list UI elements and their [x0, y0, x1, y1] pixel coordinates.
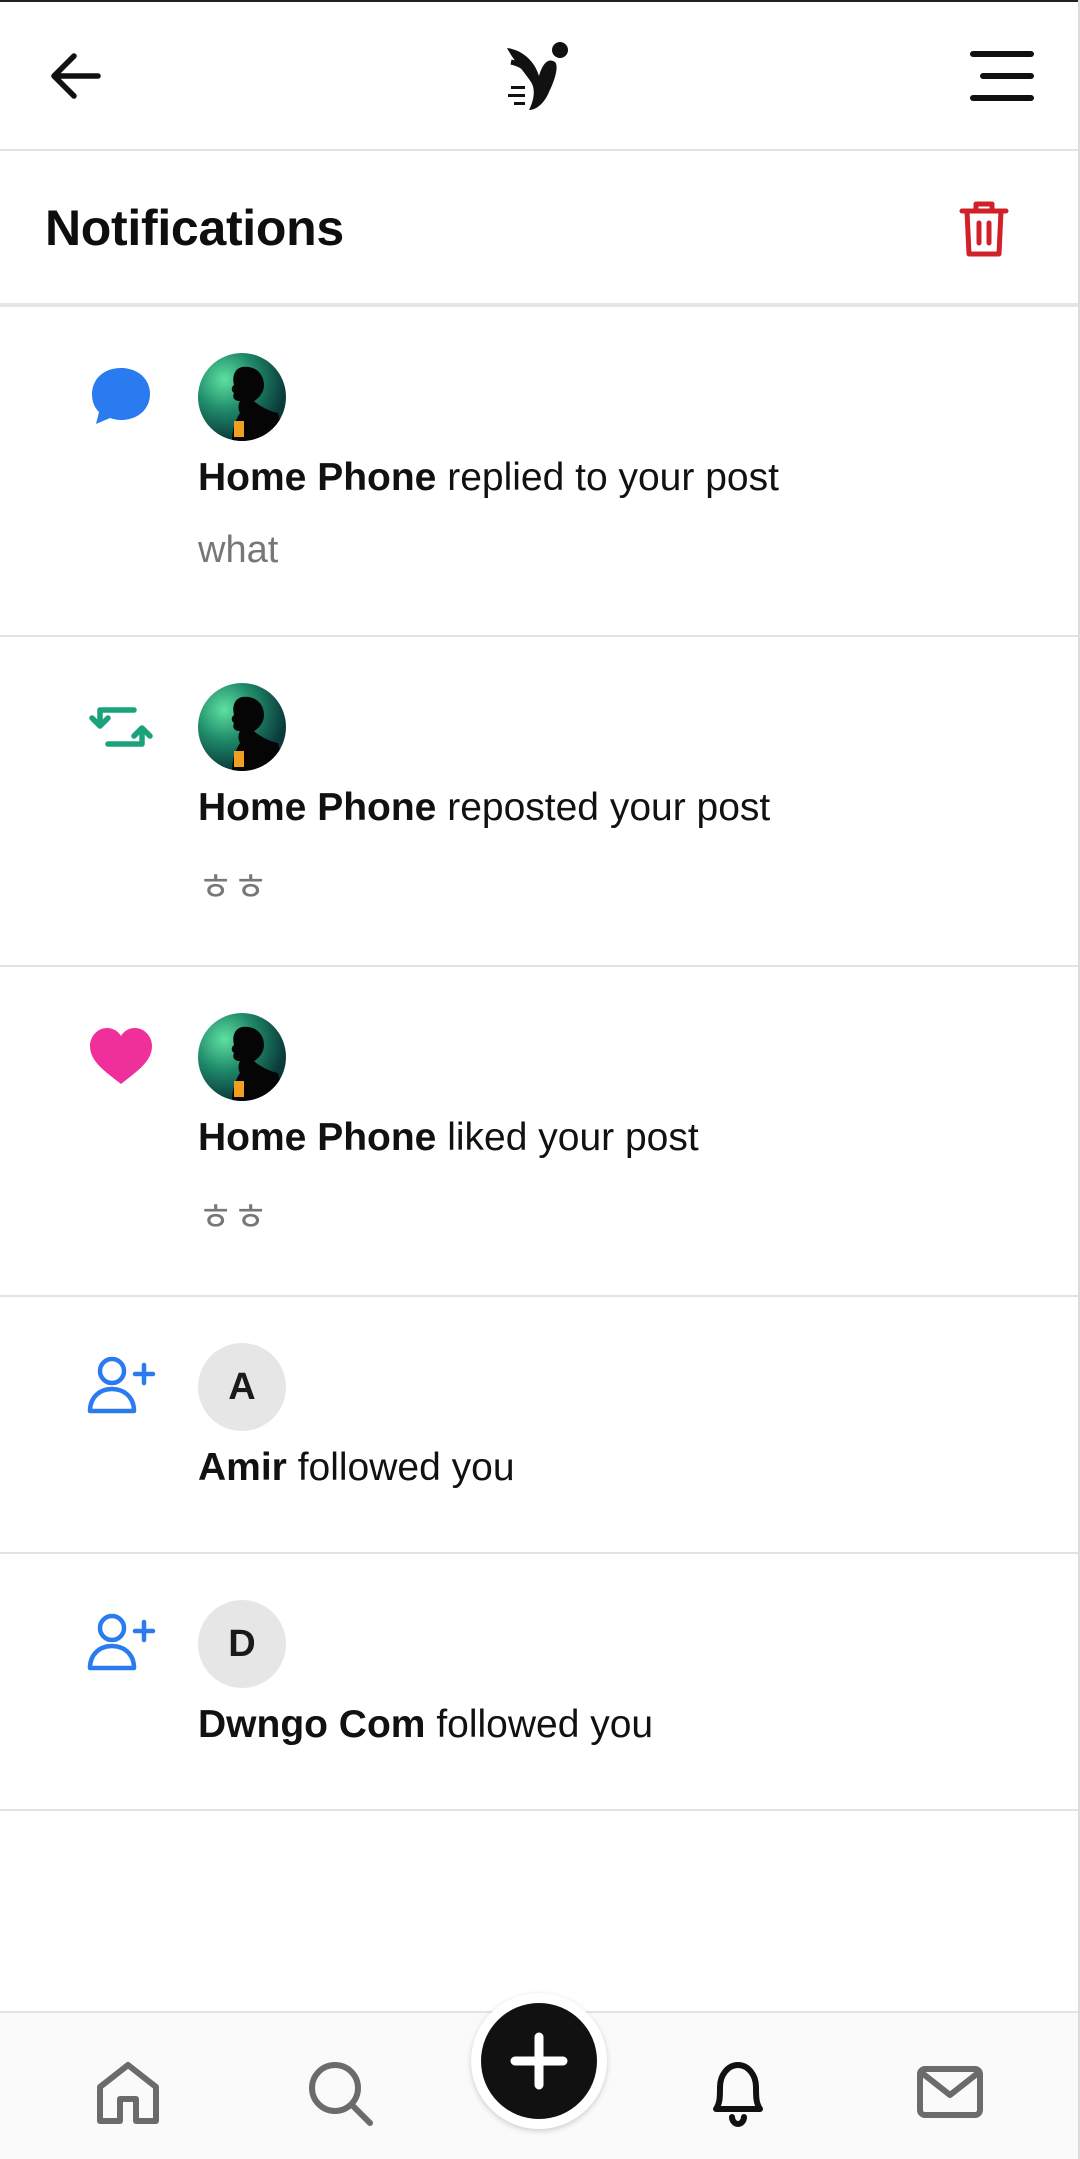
nav-search[interactable]	[304, 2057, 376, 2129]
notification-item[interactable]: Home Phone reposted your post ㅎㅎ	[0, 637, 1078, 967]
notification-action: replied to your post	[447, 456, 779, 499]
notification-item[interactable]: A Amir followed you	[0, 1297, 1078, 1554]
user-name[interactable]: Home Phone	[198, 456, 436, 499]
nav-home[interactable]	[92, 2057, 164, 2129]
back-button[interactable]	[46, 48, 106, 104]
notification-list: Home Phone replied to your post what Hom…	[0, 307, 1078, 1811]
notifications-header: Notifications	[0, 151, 1078, 307]
hamburger-menu-icon	[970, 51, 1034, 101]
mail-icon	[917, 2066, 983, 2118]
user-name[interactable]: Amir	[198, 1446, 287, 1489]
notification-item[interactable]: Home Phone liked your post ㅎㅎ	[0, 967, 1078, 1297]
user-name[interactable]: Home Phone	[198, 1116, 436, 1159]
notification-text: Home Phone replied to your post	[198, 456, 779, 500]
compose-button[interactable]	[471, 1993, 607, 2129]
top-bar	[0, 0, 1078, 151]
page-title: Notifications	[45, 200, 344, 256]
heart-icon	[90, 1028, 152, 1084]
notification-text: Home Phone liked your post	[198, 1116, 699, 1160]
menu-button[interactable]	[967, 46, 1037, 106]
notification-item[interactable]: Home Phone replied to your post what	[0, 307, 1078, 637]
avatar[interactable]	[198, 353, 286, 441]
post-snippet: ㅎㅎ	[198, 1197, 268, 1239]
compose-plus-icon	[510, 2032, 568, 2090]
repost-icon	[89, 707, 153, 747]
user-name[interactable]: Dwngo Com	[198, 1703, 425, 1746]
user-name[interactable]: Home Phone	[198, 786, 436, 829]
user-plus-icon	[87, 1613, 156, 1671]
notification-text: Home Phone reposted your post	[198, 786, 770, 830]
notification-text: Amir followed you	[198, 1446, 515, 1490]
avatar[interactable]: D	[198, 1600, 286, 1688]
app-root: Notifications Home Phone replied to your…	[0, 0, 1080, 2159]
nav-messages[interactable]	[914, 2057, 986, 2129]
avatar[interactable]	[198, 1013, 286, 1101]
bird-logo-icon[interactable]	[505, 40, 575, 112]
trash-icon	[959, 201, 1009, 257]
user-plus-icon	[87, 1356, 156, 1414]
search-icon	[309, 2062, 373, 2126]
notification-item[interactable]: D Dwngo Com followed you	[0, 1554, 1078, 1811]
notification-action: followed you	[436, 1703, 654, 1746]
notification-action: reposted your post	[447, 786, 771, 829]
avatar[interactable]: A	[198, 1343, 286, 1431]
speech-bubble-icon	[92, 368, 150, 424]
compose-button-inner	[481, 2003, 597, 2119]
notification-action: liked your post	[447, 1116, 699, 1159]
avatar[interactable]	[198, 683, 286, 771]
post-snippet: ㅎㅎ	[198, 867, 268, 909]
post-snippet: what	[198, 529, 279, 571]
clear-notifications-button[interactable]	[958, 199, 1010, 259]
nav-notifications[interactable]	[702, 2057, 774, 2129]
arrow-left-icon	[51, 53, 101, 99]
notification-text: Dwngo Com followed you	[198, 1703, 653, 1747]
bell-icon	[713, 2062, 763, 2128]
notification-action: followed you	[297, 1446, 515, 1489]
home-icon	[97, 2062, 159, 2124]
